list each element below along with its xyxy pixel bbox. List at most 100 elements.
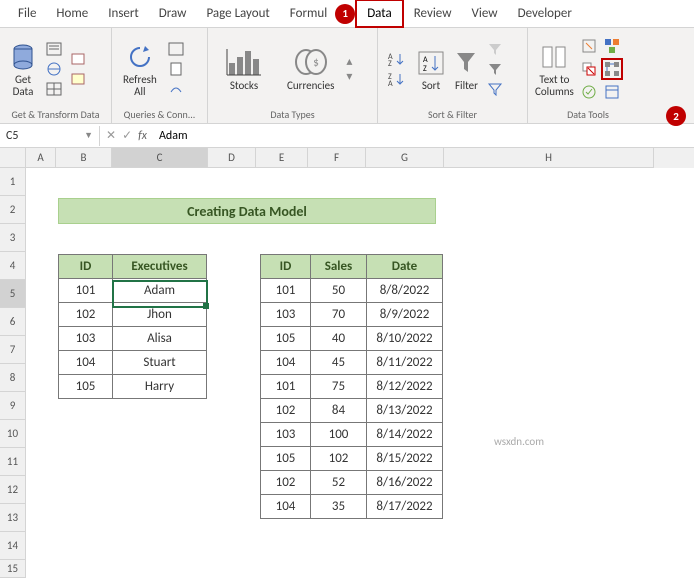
formula-input[interactable] xyxy=(153,126,694,146)
table-cell[interactable]: 52 xyxy=(311,471,367,495)
edit-links-icon[interactable] xyxy=(167,80,185,98)
name-box[interactable]: C5 ▼ xyxy=(0,126,100,146)
table-cell[interactable]: 101 xyxy=(261,279,311,303)
tab-review[interactable]: Review xyxy=(404,1,462,26)
row-header[interactable]: 3 xyxy=(0,224,26,252)
clear-filter-icon[interactable] xyxy=(486,40,504,58)
col-header-a[interactable]: A xyxy=(26,148,56,168)
col-header-g[interactable]: G xyxy=(366,148,444,168)
table-cell[interactable]: 101 xyxy=(59,279,113,303)
table-cell[interactable]: 100 xyxy=(311,423,367,447)
table-cell[interactable]: 75 xyxy=(311,375,367,399)
table-cell[interactable]: 8/13/2022 xyxy=(367,399,443,423)
table-cell[interactable]: Stuart xyxy=(113,351,207,375)
table-cell[interactable]: 103 xyxy=(59,327,113,351)
tab-developer[interactable]: Developer xyxy=(508,1,582,26)
tab-formulas[interactable]: Formul xyxy=(280,1,337,26)
table-cell[interactable]: 102 xyxy=(311,447,367,471)
stocks-button[interactable]: Stocks xyxy=(213,42,275,95)
table-cell[interactable]: 103 xyxy=(261,423,311,447)
row-header[interactable]: 9 xyxy=(0,392,26,420)
table-cell[interactable]: Adam xyxy=(113,279,207,303)
row-header[interactable]: 7 xyxy=(0,336,26,364)
row-header[interactable]: 2 xyxy=(0,196,26,224)
from-table-icon[interactable] xyxy=(45,80,63,98)
tab-home[interactable]: Home xyxy=(46,1,98,26)
table-cell[interactable]: 70 xyxy=(311,303,367,327)
refresh-all-button[interactable]: Refresh All xyxy=(117,37,163,101)
tab-file[interactable]: File xyxy=(8,1,46,26)
queries-icon[interactable] xyxy=(167,40,185,58)
table-cell[interactable]: 102 xyxy=(261,399,311,423)
text-to-columns-button[interactable]: Text to Columns xyxy=(533,37,576,101)
row-header[interactable]: 13 xyxy=(0,504,26,532)
row-header[interactable]: 12 xyxy=(0,476,26,504)
table-header[interactable]: Date xyxy=(367,255,443,279)
col-header-d[interactable]: D xyxy=(208,148,256,168)
table-cell[interactable]: 105 xyxy=(59,375,113,399)
enter-icon[interactable]: ✓ xyxy=(122,128,132,143)
fx-icon[interactable]: fx xyxy=(138,129,153,143)
row-header[interactable]: 5 xyxy=(0,280,26,308)
table-cell[interactable]: 50 xyxy=(311,279,367,303)
table-cell[interactable]: Jhon xyxy=(113,303,207,327)
advanced-icon[interactable] xyxy=(486,80,504,98)
table-cell[interactable]: 8/14/2022 xyxy=(367,423,443,447)
table-cell[interactable]: 8/11/2022 xyxy=(367,351,443,375)
tab-data[interactable]: Data xyxy=(355,0,404,28)
select-all-corner[interactable] xyxy=(0,148,26,168)
table-cell[interactable]: 103 xyxy=(261,303,311,327)
col-header-c[interactable]: C xyxy=(112,148,208,168)
get-data-button[interactable]: Get Data xyxy=(5,37,41,101)
table-cell[interactable]: 102 xyxy=(59,303,113,327)
table-cell[interactable]: 8/10/2022 xyxy=(367,327,443,351)
table-cell[interactable]: 8/15/2022 xyxy=(367,447,443,471)
tab-draw[interactable]: Draw xyxy=(149,1,197,26)
manage-data-model-icon[interactable] xyxy=(601,81,623,103)
sort-za-icon[interactable]: ZA xyxy=(385,70,409,88)
table-cell[interactable]: 102 xyxy=(261,471,311,495)
table-cell[interactable]: 40 xyxy=(311,327,367,351)
sort-az-icon[interactable]: AZ xyxy=(385,50,409,68)
row-header[interactable]: 10 xyxy=(0,420,26,448)
table-cell[interactable]: 104 xyxy=(59,351,113,375)
currencies-button[interactable]: $ Currencies xyxy=(277,42,344,95)
scroll-up-icon[interactable]: ▴ xyxy=(346,54,352,69)
table-cell[interactable]: 35 xyxy=(311,495,367,519)
table-cell[interactable]: 84 xyxy=(311,399,367,423)
table-cell[interactable]: 8/17/2022 xyxy=(367,495,443,519)
table-cell[interactable]: Alisa xyxy=(113,327,207,351)
row-header[interactable]: 1 xyxy=(0,168,26,196)
row-header[interactable]: 4 xyxy=(0,252,26,280)
col-header-f[interactable]: F xyxy=(308,148,366,168)
table-header[interactable]: ID xyxy=(261,255,311,279)
filter-button[interactable]: Filter xyxy=(451,43,482,95)
row-header[interactable]: 8 xyxy=(0,364,26,392)
table-header[interactable]: Sales xyxy=(311,255,367,279)
col-header-e[interactable]: E xyxy=(256,148,308,168)
table-cell[interactable]: 45 xyxy=(311,351,367,375)
table-cell[interactable]: 105 xyxy=(261,447,311,471)
properties-icon[interactable] xyxy=(167,60,185,78)
cancel-icon[interactable]: ✕ xyxy=(106,128,116,143)
table-cell[interactable]: 105 xyxy=(261,327,311,351)
data-validation-icon[interactable] xyxy=(578,81,600,103)
remove-duplicates-icon[interactable] xyxy=(578,58,600,80)
tab-insert[interactable]: Insert xyxy=(98,1,149,26)
from-web-icon[interactable] xyxy=(45,60,63,78)
table-cell[interactable]: 8/9/2022 xyxy=(367,303,443,327)
row-header[interactable]: 11 xyxy=(0,448,26,476)
table-cell[interactable]: 104 xyxy=(261,495,311,519)
row-header[interactable]: 6 xyxy=(0,308,26,336)
table-cell[interactable]: 8/12/2022 xyxy=(367,375,443,399)
tab-page-layout[interactable]: Page Layout xyxy=(196,1,279,26)
tab-view[interactable]: View xyxy=(462,1,508,26)
table-header[interactable]: Executives xyxy=(113,255,207,279)
cells-area[interactable]: Creating Data Model IDExecutives 101Adam… xyxy=(26,168,694,578)
flash-fill-icon[interactable] xyxy=(578,35,600,57)
table-cell[interactable]: 8/16/2022 xyxy=(367,471,443,495)
table-header[interactable]: ID xyxy=(59,255,113,279)
col-header-h[interactable]: H xyxy=(444,148,654,168)
relationships-button[interactable] xyxy=(601,58,623,80)
table-cell[interactable]: 8/8/2022 xyxy=(367,279,443,303)
